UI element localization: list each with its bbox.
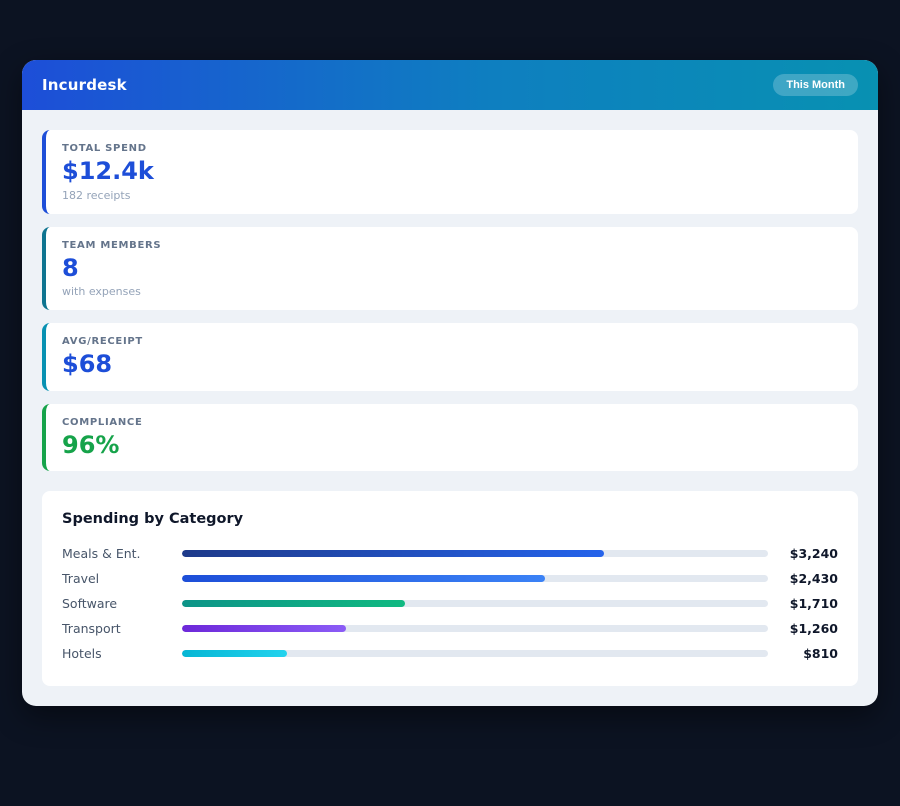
stat-card-team-members: TEAM MEMBERS 8 with expenses [42, 227, 858, 311]
spending-by-category-card: Spending by Category Meals & Ent. $3,240… [42, 491, 858, 686]
chart-row-travel: Travel $2,430 [62, 566, 838, 591]
category-value: $810 [768, 646, 838, 661]
category-label: Software [62, 596, 182, 611]
panel-content: TOTAL SPEND $12.4k 182 receipts TEAM MEM… [22, 110, 878, 706]
chart-row-meals: Meals & Ent. $3,240 [62, 541, 838, 566]
category-value: $3,240 [768, 546, 838, 561]
period-badge[interactable]: This Month [773, 74, 858, 96]
bar-track [182, 625, 768, 632]
chart-title: Spending by Category [62, 511, 838, 527]
app-title: Incurdesk [42, 76, 127, 94]
category-label: Hotels [62, 646, 182, 661]
stat-label: COMPLIANCE [62, 417, 842, 428]
category-value: $2,430 [768, 571, 838, 586]
category-label: Meals & Ent. [62, 546, 182, 561]
stat-value: $68 [62, 351, 842, 379]
chart-row-hotels: Hotels $810 [62, 641, 838, 666]
bar-fill [182, 575, 545, 582]
stat-label: TOTAL SPEND [62, 143, 842, 154]
bar-fill [182, 650, 287, 657]
bar-track [182, 575, 768, 582]
category-label: Travel [62, 571, 182, 586]
stat-subtext: 182 receipts [62, 189, 842, 202]
bar-track [182, 550, 768, 557]
bar-fill [182, 550, 604, 557]
chart-row-transport: Transport $1,260 [62, 616, 838, 641]
category-value: $1,260 [768, 621, 838, 636]
bar-fill [182, 600, 405, 607]
category-label: Transport [62, 621, 182, 636]
stat-label: AVG/RECEIPT [62, 336, 842, 347]
stat-subtext: with expenses [62, 285, 842, 298]
stat-label: TEAM MEMBERS [62, 240, 842, 251]
app-header: Incurdesk This Month [22, 60, 878, 110]
dashboard-panel: Incurdesk This Month TOTAL SPEND $12.4k … [22, 60, 878, 706]
stat-card-total-spend: TOTAL SPEND $12.4k 182 receipts [42, 130, 858, 214]
stat-card-compliance: COMPLIANCE 96% [42, 404, 858, 472]
stat-value: 8 [62, 255, 842, 283]
stat-value: $12.4k [62, 158, 842, 186]
category-value: $1,710 [768, 596, 838, 611]
bar-track [182, 600, 768, 607]
stat-card-avg-receipt: AVG/RECEIPT $68 [42, 323, 858, 391]
chart-row-software: Software $1,710 [62, 591, 838, 616]
stat-value: 96% [62, 432, 842, 460]
bar-track [182, 650, 768, 657]
bar-fill [182, 625, 346, 632]
